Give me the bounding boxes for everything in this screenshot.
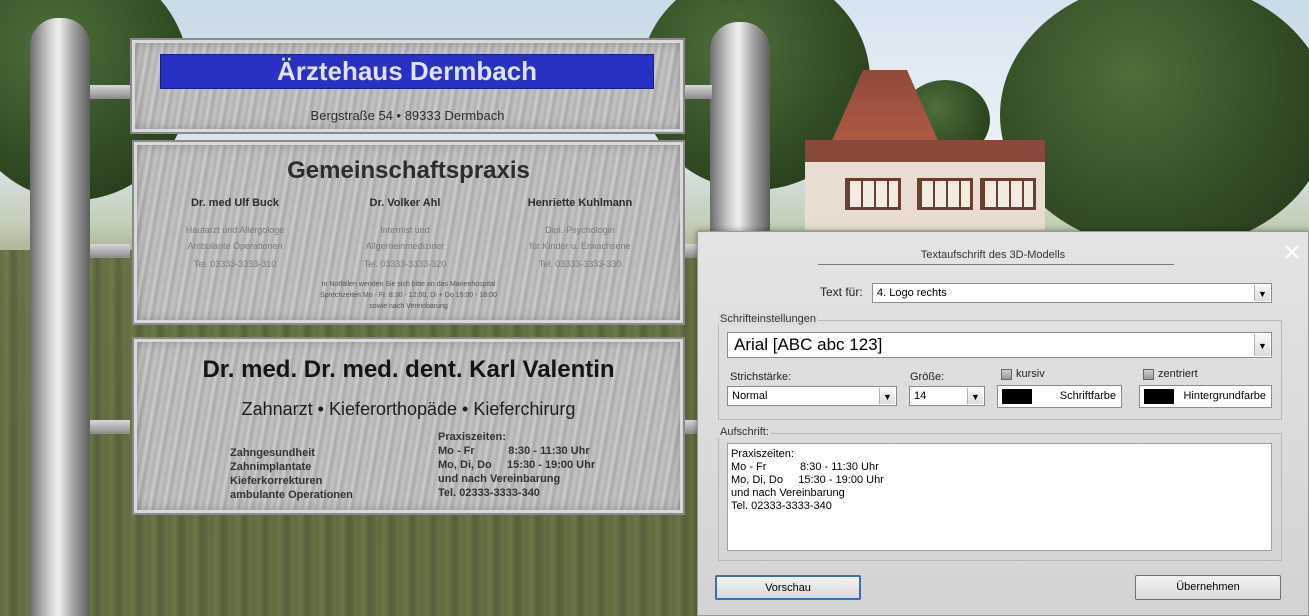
house-roof-edge [805, 140, 1045, 162]
sign-title: Ärztehaus Dermbach [276, 56, 538, 86]
font-color-swatch [1002, 389, 1032, 404]
background-color-label: Hintergrundfarbe [1183, 390, 1266, 402]
size-label: Größe: [910, 371, 945, 383]
size-select[interactable]: 14 ▼ [909, 386, 985, 406]
doctor-specialty: für Kinder u. Erwachsene [529, 241, 631, 251]
emergency-notice: In Notfällen wenden Sie sich bitte an da… [321, 281, 496, 288]
doctor-name: Henriette Kuhlmann [527, 197, 633, 209]
apply-button[interactable]: Übernehmen [1135, 575, 1281, 600]
practice-title: Gemeinschaftspraxis [287, 157, 530, 184]
post-crossbar [90, 244, 130, 258]
doctor-phone: Tel. 03333-3333-320 [363, 259, 447, 269]
dentist-name: Dr. med. Dr. med. dent. Karl Valentin [202, 356, 615, 383]
italic-checkbox[interactable] [1001, 369, 1012, 380]
centered-checkbox[interactable] [1143, 369, 1154, 380]
font-value: Arial [ABC abc 123] [734, 335, 883, 354]
chevron-down-icon[interactable]: ▼ [1254, 285, 1270, 301]
consultation-hours-notice: Sprechzeiten Mo - Fr. 8:30 - 12:00, Di +… [320, 292, 497, 299]
doctor-name: Dr. Volker Ahl [369, 197, 441, 209]
background-color-button[interactable]: Hintergrundfarbe [1139, 385, 1272, 408]
doctor-specialty: Dipl.-Psychologin [545, 225, 615, 235]
dentist-specialty: Zahnarzt • Kieferorthopäde • Kieferchiru… [241, 399, 576, 419]
house-window [980, 178, 1036, 210]
text-for-select[interactable]: 4. Logo rechts ▼ [872, 283, 1272, 303]
post-crossbar [90, 85, 130, 99]
sign-title-bar: Ärztehaus Dermbach [160, 54, 654, 89]
sign-post-left [30, 18, 90, 616]
doctor-specialty: Allgemeinmediziner [365, 241, 445, 251]
doctor-name: Dr. med Ulf Buck [190, 197, 280, 209]
centered-label: zentriert [1158, 368, 1198, 380]
preview-button[interactable]: Vorschau [715, 575, 861, 600]
italic-label: kursiv [1016, 368, 1045, 380]
tree [1000, 0, 1309, 250]
post-crossbar [684, 85, 712, 99]
text-for-label: Text für: [820, 285, 863, 299]
dentist-services: Zahngesundheit Zahnimplantate Kieferkorr… [230, 447, 353, 501]
house-window [917, 178, 973, 210]
font-settings-label: Schrifteinstellungen [718, 313, 819, 325]
doctor-phone: Tel. 03333-3333-310 [193, 259, 277, 269]
sign-address: Bergstraße 54 • 89333 Dermbach [310, 108, 505, 123]
stroke-select[interactable]: Normal ▼ [727, 386, 897, 406]
post-crossbar [90, 420, 130, 434]
chevron-down-icon[interactable]: ▼ [879, 388, 895, 404]
dialog-title: Textaufschrift des 3D-Modells [920, 249, 1066, 261]
inscription-textarea[interactable]: Praxiszeiten: Mo - Fr 8:30 - 11:30 Uhr M… [727, 443, 1272, 551]
doctor-specialty: Internist und [380, 225, 430, 235]
font-select[interactable]: Arial [ABC abc 123] ▼ [727, 332, 1272, 358]
inscription-label: Aufschrift: [718, 426, 771, 438]
background-color-swatch [1144, 389, 1174, 404]
doctor-specialty: Hautarzt und Allergologe [185, 225, 285, 235]
house-window [845, 178, 901, 210]
font-color-button[interactable]: Schriftfarbe [997, 385, 1122, 408]
text-inscription-dialog: Textaufschrift des 3D-Modells ✕ Text für… [697, 231, 1309, 616]
doctor-phone: Tel. 03333-3333-330 [538, 259, 622, 269]
font-color-label: Schriftfarbe [1059, 390, 1116, 402]
chevron-down-icon[interactable]: ▼ [967, 388, 983, 404]
stroke-label: Strichstärke: [730, 371, 792, 383]
chevron-down-icon[interactable]: ▼ [1254, 334, 1270, 356]
close-icon[interactable]: ✕ [1281, 242, 1303, 264]
appointment-notice: sowie nach Vereinbarung [369, 303, 448, 310]
stroke-value: Normal [732, 390, 768, 402]
doctor-specialty: Ambulante Operationen [187, 241, 283, 251]
dentist-hours: Praxiszeiten: Mo - Fr 8:30 - 11:30 Uhr M… [438, 431, 596, 499]
size-value: 14 [914, 390, 927, 402]
title-underline [818, 264, 1174, 265]
text-for-value: 4. Logo rechts [877, 287, 947, 299]
